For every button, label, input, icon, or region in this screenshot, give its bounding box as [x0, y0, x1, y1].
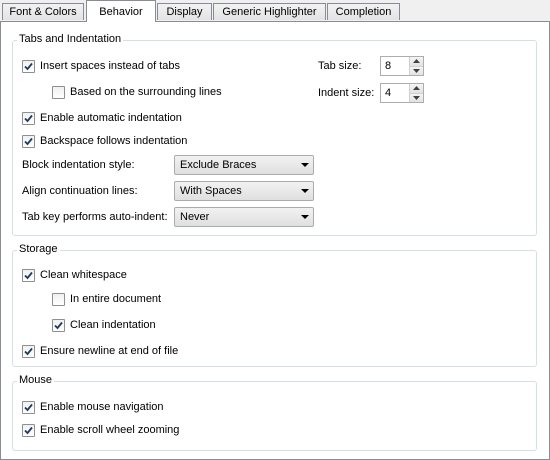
clean-indentation-row[interactable]: Clean indentation [52, 317, 156, 333]
align-continuation-combo[interactable]: With Spaces [174, 181, 314, 201]
insert-spaces-checkbox[interactable] [22, 59, 35, 73]
checkmark-icon [24, 426, 33, 434]
insert-spaces-row[interactable]: Insert spaces instead of tabs [22, 58, 180, 74]
block-style-combo[interactable]: Exclude Braces [174, 155, 314, 175]
tab-size-label: Tab size: [318, 60, 362, 72]
tab-display[interactable]: Display [157, 3, 212, 20]
checkmark-icon [24, 114, 33, 122]
backspace-follows-label: Backspace follows indentation [40, 135, 188, 147]
backspace-follows-row[interactable]: Backspace follows indentation [22, 133, 187, 149]
spin-up-icon[interactable] [410, 84, 423, 93]
tab-completion[interactable]: Completion [327, 3, 400, 20]
clean-indentation-label: Clean indentation [70, 319, 156, 331]
tabs-indentation-group: Tabs and Indentation Insert spaces inste… [12, 33, 537, 236]
based-on-surrounding-checkbox[interactable] [52, 85, 65, 99]
auto-indent-checkbox[interactable] [22, 111, 35, 125]
mouse-navigation-label: Enable mouse navigation [40, 401, 164, 413]
tab-font-colors[interactable]: Font & Colors [2, 3, 84, 20]
auto-indent-label: Enable automatic indentation [40, 112, 182, 124]
block-style-value: Exclude Braces [180, 159, 257, 171]
mouse-title: Mouse [17, 374, 55, 387]
spin-up-icon[interactable] [410, 57, 423, 66]
backspace-follows-checkbox[interactable] [22, 134, 35, 148]
entire-document-label: In entire document [70, 293, 162, 305]
chevron-down-icon [297, 182, 313, 200]
indent-size-value: 4 [385, 87, 392, 99]
block-style-label: Block indentation style: [22, 159, 135, 171]
scroll-zoom-row[interactable]: Enable scroll wheel zooming [22, 422, 179, 438]
tab-bar: Font & Colors Behavior Display Generic H… [0, 0, 550, 22]
ensure-newline-label: Ensure newline at end of file [40, 345, 179, 357]
tab-behavior[interactable]: Behavior [86, 0, 156, 22]
ensure-newline-checkbox[interactable] [22, 344, 35, 358]
mouse-navigation-checkbox[interactable] [22, 400, 35, 414]
checkmark-icon [24, 62, 33, 70]
mouse-group: Mouse Enable mouse navigation Enable scr… [12, 374, 537, 451]
clean-whitespace-label: Clean whitespace [40, 269, 127, 281]
scroll-zoom-label: Enable scroll wheel zooming [40, 424, 180, 436]
align-continuation-value: With Spaces [180, 185, 242, 197]
chevron-down-icon [297, 156, 313, 174]
checkmark-icon [24, 347, 33, 355]
indent-size-label: Indent size: [318, 87, 375, 99]
clean-whitespace-row[interactable]: Clean whitespace [22, 267, 127, 283]
tab-generic-highlighter[interactable]: Generic Highlighter [213, 3, 326, 20]
checkmark-icon [54, 321, 63, 329]
storage-title: Storage [17, 243, 60, 256]
tab-key-auto-indent-value: Never [180, 211, 210, 223]
align-continuation-label: Align continuation lines: [22, 185, 138, 197]
checkmark-icon [24, 403, 33, 411]
tab-key-auto-indent-combo[interactable]: Never [174, 207, 314, 227]
entire-document-checkbox[interactable] [52, 292, 65, 306]
behavior-panel: Tabs and Indentation Insert spaces inste… [0, 21, 550, 460]
insert-spaces-label: Insert spaces instead of tabs [40, 60, 181, 72]
clean-whitespace-checkbox[interactable] [22, 268, 35, 282]
chevron-down-icon [297, 208, 313, 226]
storage-group: Storage Clean whitespace In entire docum… [12, 243, 537, 367]
indent-size-spinbox[interactable]: 4 [380, 83, 424, 103]
mouse-navigation-row[interactable]: Enable mouse navigation [22, 399, 164, 415]
tab-size-spinbox[interactable]: 8 [380, 56, 424, 76]
checkmark-icon [24, 137, 33, 145]
based-on-surrounding-label: Based on the surrounding lines [70, 86, 222, 98]
tabs-indentation-title: Tabs and Indentation [17, 33, 124, 46]
checkmark-icon [24, 271, 33, 279]
tab-key-auto-indent-label: Tab key performs auto-indent: [22, 211, 168, 223]
spin-down-icon[interactable] [410, 92, 423, 102]
auto-indent-row[interactable]: Enable automatic indentation [22, 110, 182, 126]
clean-indentation-checkbox[interactable] [52, 318, 65, 332]
based-on-surrounding-row[interactable]: Based on the surrounding lines [52, 84, 222, 100]
scroll-zoom-checkbox[interactable] [22, 423, 35, 437]
ensure-newline-row[interactable]: Ensure newline at end of file [22, 343, 178, 359]
entire-document-row[interactable]: In entire document [52, 291, 161, 307]
spin-down-icon[interactable] [410, 65, 423, 75]
tab-size-value: 8 [385, 60, 392, 72]
